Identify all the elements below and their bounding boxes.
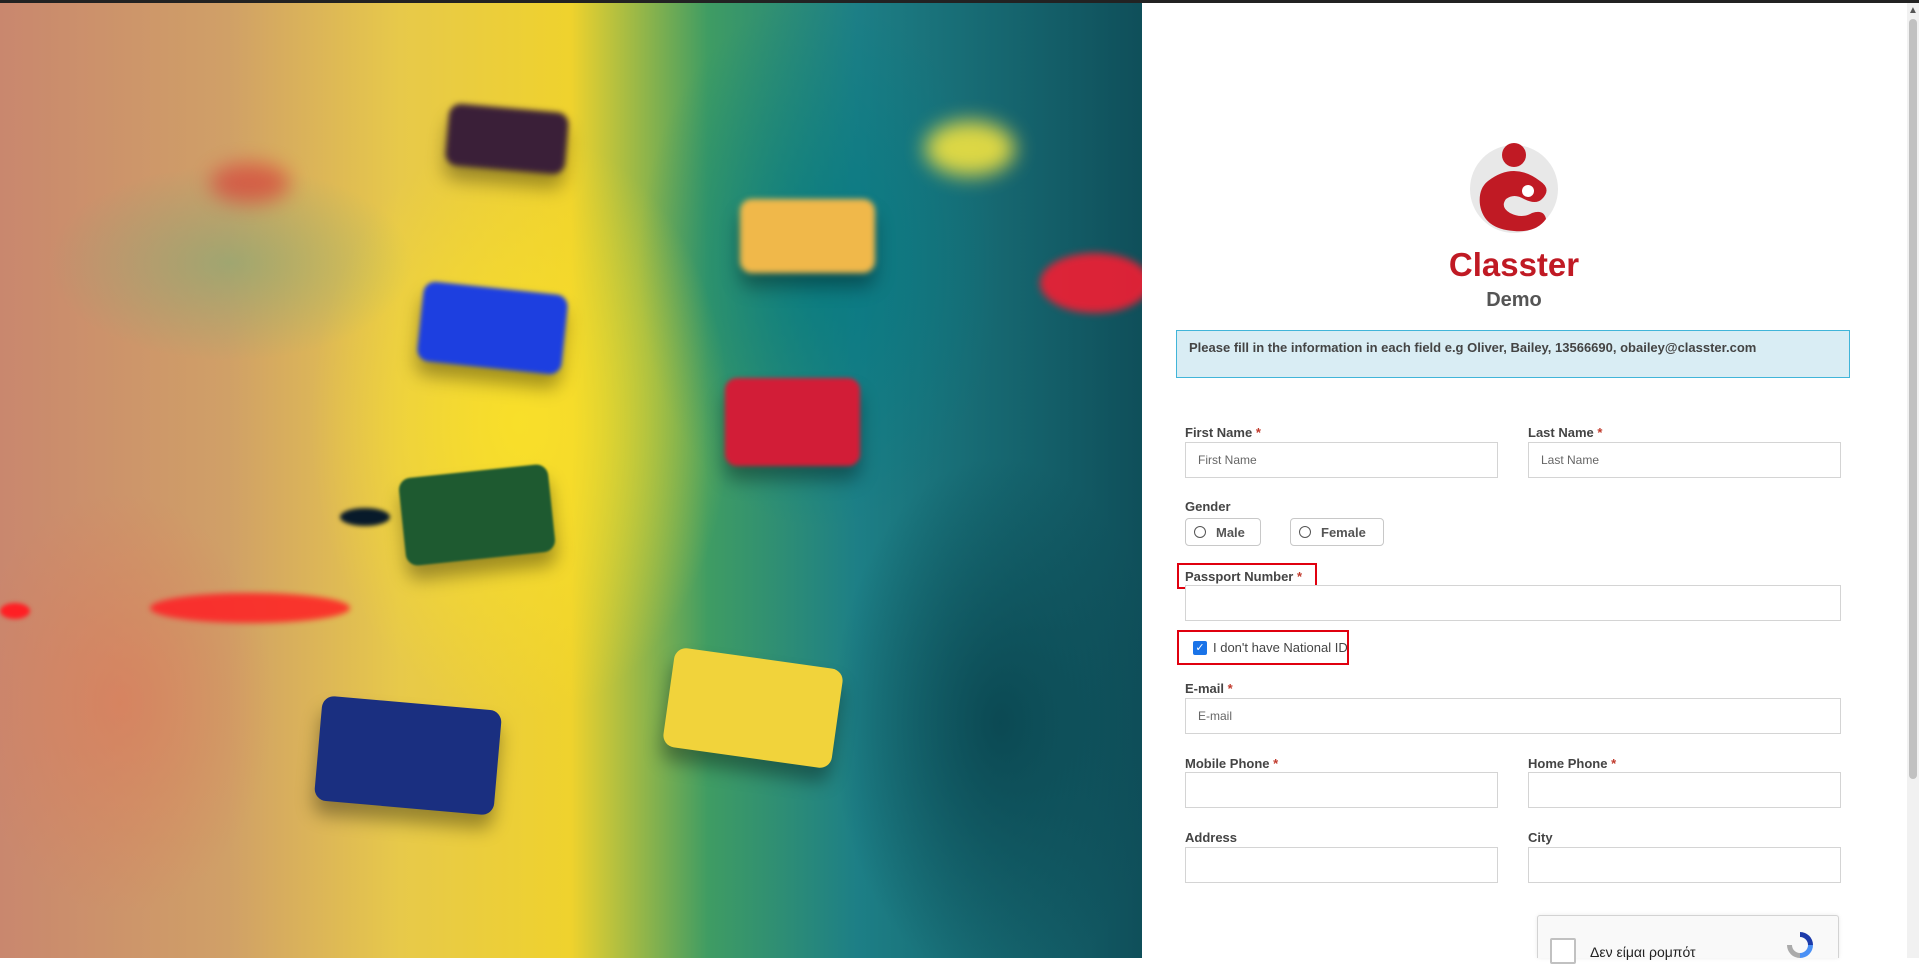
scrollbar-thumb[interactable] — [1909, 19, 1917, 779]
home-phone-input[interactable] — [1528, 772, 1841, 808]
check-icon[interactable]: ✓ — [1193, 640, 1207, 655]
recaptcha-logo-icon — [1787, 932, 1813, 958]
email-label: E-mail * — [1185, 681, 1233, 696]
background-artwork — [0, 3, 1142, 958]
recaptcha-checkbox[interactable] — [1550, 938, 1576, 964]
city-label: City — [1528, 830, 1553, 845]
recaptcha-widget[interactable]: Δεν είμαι ρομπότ — [1537, 915, 1839, 964]
passport-number-label: Passport Number * — [1185, 569, 1303, 584]
home-phone-label: Home Phone * — [1528, 756, 1617, 771]
gender-female-radio[interactable]: Female — [1290, 518, 1384, 546]
no-national-id-label: I don't have National ID — [1213, 640, 1348, 655]
radio-icon — [1299, 526, 1311, 538]
radio-icon — [1194, 526, 1206, 538]
page-scrollbar[interactable]: ▲ — [1907, 3, 1919, 958]
info-message: Please fill in the information in each f… — [1176, 330, 1850, 378]
address-label: Address — [1185, 830, 1238, 845]
classter-logo-icon — [1470, 143, 1558, 233]
first-name-input[interactable] — [1185, 442, 1498, 478]
brand-name: Classter — [1448, 246, 1580, 283]
top-border — [0, 0, 1919, 3]
city-input[interactable] — [1528, 847, 1841, 883]
passport-number-input[interactable] — [1185, 585, 1841, 621]
first-name-label: First Name * — [1185, 425, 1261, 440]
brand-subtitle: Demo — [1486, 289, 1542, 311]
address-input[interactable] — [1185, 847, 1498, 883]
last-name-label: Last Name * — [1528, 425, 1603, 440]
mobile-phone-label: Mobile Phone * — [1185, 756, 1279, 771]
mobile-phone-input[interactable] — [1185, 772, 1498, 808]
chevron-up-icon[interactable]: ▲ — [1907, 5, 1919, 17]
email-input[interactable] — [1185, 698, 1841, 734]
last-name-input[interactable] — [1528, 442, 1841, 478]
no-national-id-checkbox-row[interactable]: ✓ I don't have National ID — [1193, 640, 1348, 655]
gender-label: Gender — [1185, 499, 1231, 514]
gender-male-radio[interactable]: Male — [1185, 518, 1261, 546]
